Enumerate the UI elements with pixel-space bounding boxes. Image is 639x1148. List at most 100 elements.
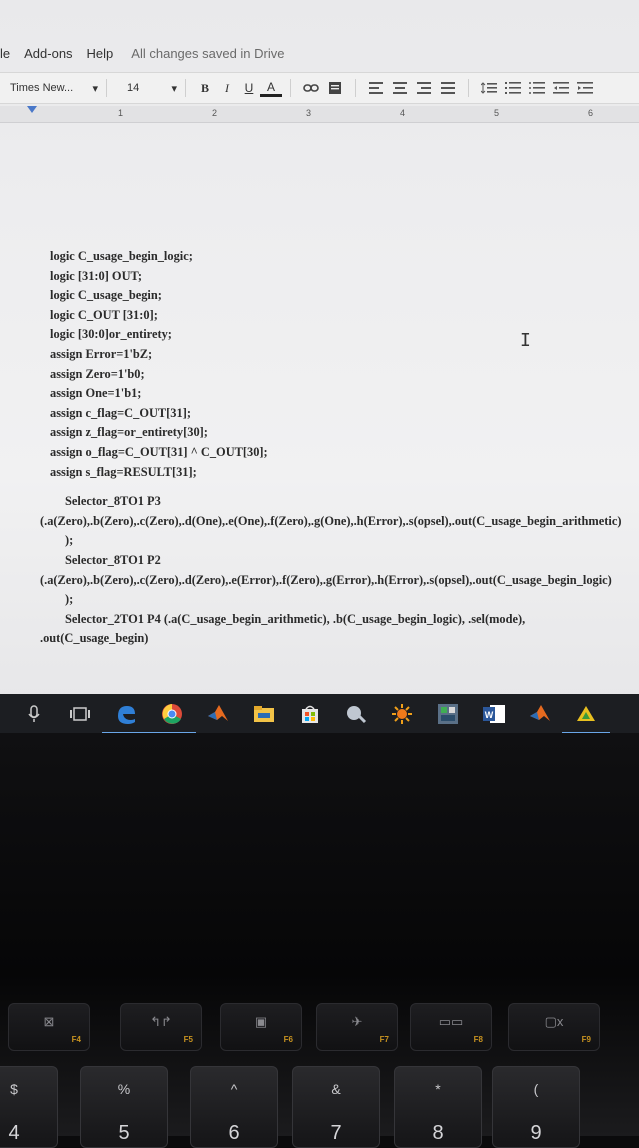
- key-shift-symbol: ^: [230, 1081, 238, 1097]
- word-icon[interactable]: W: [480, 700, 508, 728]
- file-explorer-icon[interactable]: [250, 700, 278, 728]
- snipping-icon[interactable]: [342, 700, 370, 728]
- key-label: F4: [71, 1035, 81, 1044]
- font-size-value: 14: [127, 81, 140, 94]
- toolbar-divider: [468, 79, 469, 97]
- f6-key[interactable]: ▣ F6: [220, 1003, 302, 1051]
- store-icon[interactable]: [296, 700, 324, 728]
- microphone-icon[interactable]: [20, 700, 48, 728]
- menu-item-table[interactable]: le: [0, 46, 10, 61]
- ruler-number: 1: [118, 108, 124, 118]
- code-line: logic C_usage_begin;: [50, 288, 162, 303]
- code-line: logic C_usage_begin_logic;: [50, 249, 193, 263]
- code-line: assign Error=1'bZ;: [50, 346, 153, 361]
- ruler-number: 4: [400, 108, 406, 118]
- f5-key[interactable]: ↰↱ F5: [120, 1003, 202, 1051]
- sun-app-icon[interactable]: [388, 700, 416, 728]
- key-glyph: ✈: [351, 1014, 363, 1029]
- key-number: 9: [530, 1122, 542, 1144]
- key-glyph: ↰↱: [150, 1014, 172, 1029]
- f9-key[interactable]: ▢x F9: [508, 1003, 600, 1051]
- chevron-down-icon: ▾: [171, 82, 177, 95]
- menu-item-help[interactable]: Help: [87, 46, 114, 61]
- windows-taskbar: W: [0, 694, 639, 733]
- menu-item-addons[interactable]: Add-ons: [24, 46, 72, 61]
- key-shift-symbol: %: [117, 1081, 131, 1097]
- key-glyph: ▣: [254, 1014, 268, 1029]
- code-line: assign s_flag=RESULT[31];: [50, 464, 197, 479]
- font-size-select[interactable]: 14 ▾: [127, 82, 177, 95]
- link-icon[interactable]: [302, 79, 320, 97]
- key-number: 6: [228, 1122, 240, 1144]
- toolbar-divider: [185, 79, 186, 97]
- menu-bar: le Add-ons Help All changes saved in Dri…: [0, 40, 639, 66]
- instance-ports: .out(C_usage_begin): [40, 631, 149, 646]
- line-spacing-icon[interactable]: [480, 79, 498, 97]
- key-glyph: ▭▭: [438, 1014, 464, 1029]
- app-icon[interactable]: [562, 700, 610, 733]
- key-label: F6: [283, 1035, 293, 1044]
- align-center-icon[interactable]: [391, 79, 409, 97]
- formatting-toolbar: Times New... ▾ 14 ▾ B I U A: [0, 72, 639, 104]
- code-line: assign One=1'b1;: [50, 386, 142, 401]
- task-view-icon[interactable]: [66, 700, 94, 728]
- ruler-number: 5: [494, 108, 500, 118]
- toolbar-divider: [106, 79, 107, 97]
- key-label: F5: [183, 1035, 193, 1044]
- instance-header: Selector_2TO1 P4 (.a(C_usage_begin_arith…: [65, 611, 526, 626]
- code-line: assign Zero=1'b0;: [50, 366, 145, 381]
- save-status[interactable]: All changes saved in Drive: [131, 46, 284, 61]
- indent-marker-icon[interactable]: [27, 106, 37, 113]
- code-line: assign o_flag=C_OUT[31] ^ C_OUT[30];: [50, 444, 268, 459]
- instance-close: );: [65, 592, 74, 607]
- laptop-screen: le Add-ons Help All changes saved in Dri…: [0, 0, 639, 733]
- key-label: F8: [473, 1035, 483, 1044]
- code-line: logic [31:0] OUT;: [50, 268, 142, 283]
- key-label: F7: [379, 1035, 389, 1044]
- ruler-number: 3: [306, 108, 312, 118]
- bold-button[interactable]: B: [194, 78, 216, 98]
- matlab-icon-2[interactable]: [526, 700, 554, 728]
- key-shift-symbol: *: [435, 1081, 441, 1097]
- matlab-icon[interactable]: [204, 700, 232, 728]
- key-number: 7: [330, 1122, 342, 1144]
- photo-app-icon[interactable]: [434, 700, 462, 728]
- font-family-select[interactable]: Times New... ▾: [10, 82, 98, 95]
- document-body[interactable]: logic C_usage_begin_logic; logic [31:0] …: [40, 247, 630, 649]
- key-shift-symbol: &: [331, 1081, 341, 1097]
- align-justify-icon[interactable]: [439, 79, 457, 97]
- key-glyph: ⊠: [43, 1014, 55, 1029]
- key-label: F9: [581, 1035, 591, 1044]
- f7-key[interactable]: ✈ F7: [316, 1003, 398, 1051]
- word-icon-letter: W: [485, 710, 494, 720]
- instance-header: Selector_8TO1 P3: [65, 494, 161, 509]
- decrease-indent-icon[interactable]: [552, 79, 570, 97]
- underline-button[interactable]: U: [238, 78, 260, 98]
- key-glyph: ▢x: [544, 1014, 564, 1029]
- bulleted-list-icon[interactable]: [528, 79, 546, 97]
- text-color-button[interactable]: A: [260, 80, 282, 97]
- italic-button[interactable]: I: [216, 78, 238, 98]
- text-cursor-icon: I: [520, 330, 531, 351]
- instance-ports: (.a(Zero),.b(Zero),.c(Zero),.d(Zero),.e(…: [40, 572, 612, 587]
- document-page[interactable]: logic C_usage_begin_logic; logic [31:0] …: [0, 140, 639, 700]
- comment-icon[interactable]: [326, 79, 344, 97]
- key-shift-symbol: (: [533, 1081, 539, 1097]
- align-right-icon[interactable]: [415, 79, 433, 97]
- key-number: 4: [8, 1122, 20, 1144]
- f4-key[interactable]: ⊠ F4: [8, 1003, 90, 1051]
- ruler-number: 6: [588, 108, 594, 118]
- instance-header: Selector_8TO1 P2: [65, 552, 161, 567]
- numbered-list-icon[interactable]: [504, 79, 522, 97]
- chrome-icon[interactable]: [148, 700, 196, 733]
- toolbar-divider: [290, 79, 291, 97]
- increase-indent-icon[interactable]: [576, 79, 594, 97]
- key-number: 5: [118, 1122, 130, 1144]
- font-family-value: Times New...: [10, 81, 74, 94]
- edge-icon[interactable]: [102, 700, 150, 733]
- key-shift-symbol: $: [10, 1081, 18, 1097]
- ruler[interactable]: 1 2 3 4 5 6: [0, 106, 639, 123]
- f8-key[interactable]: ▭▭ F8: [410, 1003, 492, 1051]
- align-left-icon[interactable]: [367, 79, 385, 97]
